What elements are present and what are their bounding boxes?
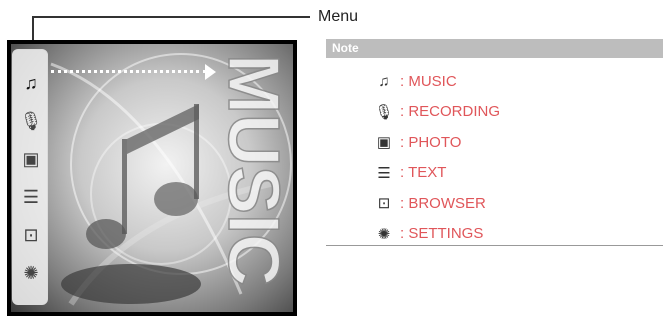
note-header: Note	[326, 39, 663, 58]
menu-icon-strip: ♫ 🎙 ▣ ☰ ⊡ ✺	[12, 49, 48, 305]
item-label: : TEXT	[400, 164, 447, 182]
note-title: Note	[332, 41, 359, 55]
list-item: ♫ : MUSIC	[374, 66, 500, 97]
recording-icon[interactable]: 🎙	[13, 106, 49, 136]
device-screen: MUSIC ♫ 🎙 ▣ ☰ ⊡ ✺	[7, 40, 297, 316]
item-label: : MUSIC	[400, 72, 457, 90]
list-item: ▣ : PHOTO	[374, 127, 500, 158]
note-list: ♫ : MUSIC 🎙 : RECORDING ▣ : PHOTO ☰ : TEXT ⊡ : BR…	[374, 66, 500, 249]
list-item: ⊡ : BROWSER	[374, 188, 500, 219]
photo-icon[interactable]: ▣	[13, 144, 49, 174]
text-icon[interactable]: ☰	[13, 182, 49, 212]
music-icon[interactable]: ♫	[13, 68, 49, 98]
text-icon: ☰	[377, 164, 391, 182]
pointer-arrow-line	[51, 70, 206, 73]
music-icon: ♫	[378, 72, 390, 90]
menu-label: Menu	[318, 8, 359, 25]
item-label: : PHOTO	[400, 133, 462, 151]
art-text: MUSIC	[213, 54, 293, 286]
browser-icon[interactable]: ⊡	[13, 220, 49, 250]
pointer-arrow-head	[205, 64, 216, 80]
divider	[326, 245, 663, 246]
settings-icon[interactable]: ✺	[13, 258, 49, 288]
list-item: 🎙 : RECORDING	[374, 97, 500, 128]
item-label: : RECORDING	[400, 103, 501, 121]
browser-icon: ⊡	[377, 195, 391, 213]
artwork-graphic: MUSIC	[50, 53, 293, 306]
photo-icon: ▣	[376, 134, 392, 152]
music-artwork: MUSIC	[11, 44, 293, 312]
item-label: : BROWSER	[400, 194, 486, 212]
settings-icon: ✺	[377, 225, 391, 243]
callout-line	[32, 16, 310, 18]
list-item: ☰ : TEXT	[374, 158, 500, 189]
item-label: : SETTINGS	[400, 225, 484, 243]
recording-icon: 🎙	[374, 103, 394, 121]
